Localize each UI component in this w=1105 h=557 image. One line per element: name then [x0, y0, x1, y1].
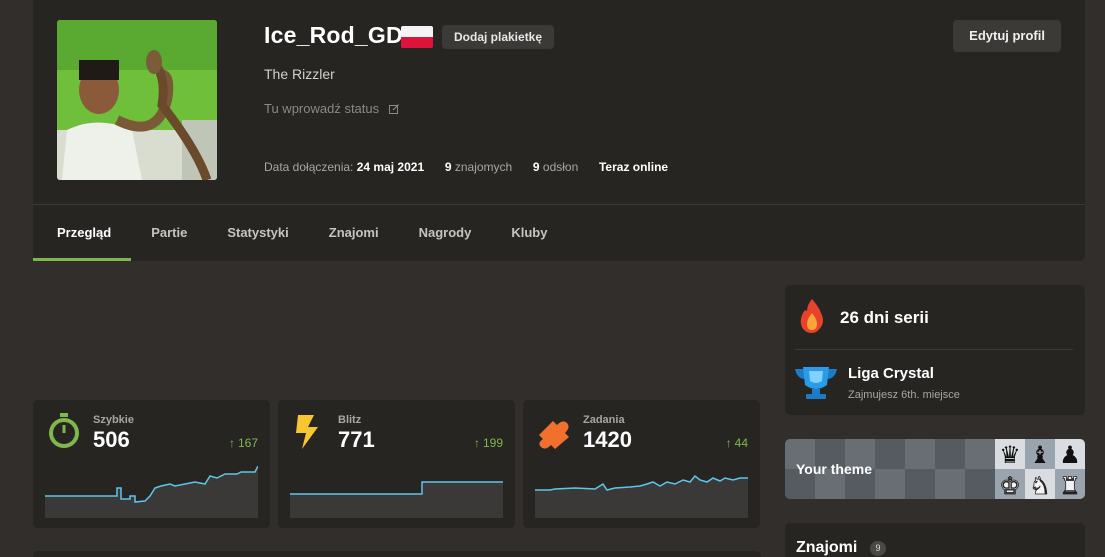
streak-divider — [795, 349, 1073, 350]
puzzle-icon — [539, 421, 569, 449]
online-status: Teraz online — [598, 160, 669, 174]
lightning-icon — [296, 415, 318, 449]
rating-sparkline — [535, 474, 748, 518]
views-label: odsłon — [542, 160, 579, 174]
theme-label: Your theme — [796, 461, 872, 477]
profile-meta: Data dołączenia: 24 maj 2021 9 znajomych… — [264, 160, 668, 174]
arrow-up-icon: ↑ — [473, 436, 480, 450]
real-name: The Rizzler — [264, 66, 335, 82]
svg-text:♚: ♚ — [999, 472, 1021, 499]
trophy-icon — [795, 367, 837, 399]
streak-text[interactable]: 26 dni serii — [840, 308, 929, 328]
edit-profile-button[interactable]: Edytuj profil — [953, 20, 1061, 52]
rating-card-blitz[interactable]: Blitz 771 ↑ 199 — [278, 400, 515, 528]
rating-sparkline — [290, 481, 503, 518]
add-badge-button[interactable]: Dodaj plakietkę — [442, 25, 555, 49]
rating-delta: ↑ 44 — [725, 436, 748, 450]
league-title[interactable]: Liga Crystal — [848, 365, 934, 382]
svg-text:♛: ♛ — [999, 441, 1021, 469]
friends-label[interactable]: znajomych — [455, 160, 512, 174]
theme-card[interactable]: ♛ ♝ ♟ ♚ ♞ ♜ Your theme — [785, 439, 1085, 499]
rating-value: 771 — [338, 427, 375, 452]
friends-card: Znajomi 9 — [785, 523, 1085, 557]
svg-text:♝: ♝ — [1029, 441, 1051, 469]
friends-title[interactable]: Znajomi — [796, 539, 857, 557]
country-flag-icon — [401, 26, 433, 48]
tab-friends[interactable]: Znajomi — [309, 205, 399, 261]
friends-count[interactable]: 9 — [445, 160, 452, 174]
league-subtitle: Zajmujesz 6th. miejsce — [848, 389, 960, 401]
tab-clubs[interactable]: Kluby — [491, 205, 567, 261]
rating-label: Szybkie — [93, 414, 134, 426]
svg-text:♟: ♟ — [1059, 441, 1081, 469]
username: Ice_Rod_GD — [264, 22, 403, 48]
status-placeholder: Tu wprowadź status — [264, 101, 380, 116]
rating-value: 1420 — [583, 427, 632, 452]
stopwatch-icon — [49, 413, 79, 448]
profile-tabs: Przegląd Partie Statystyki Znajomi Nagro… — [33, 205, 567, 261]
avatar[interactable] — [57, 20, 217, 180]
edit-pencil-icon[interactable] — [388, 104, 399, 114]
svg-text:♞: ♞ — [1029, 472, 1051, 499]
arrow-up-icon: ↑ — [725, 436, 732, 450]
rating-delta: ↑ 167 — [228, 436, 258, 450]
avatar-image — [57, 20, 217, 180]
rating-sparkline — [45, 466, 258, 518]
tab-overview[interactable]: Przegląd — [33, 205, 132, 261]
profile-header: Ice_Rod_GD Dodaj plakietkę Edytuj profil… — [33, 0, 1085, 261]
tab-awards[interactable]: Nagrody — [399, 205, 492, 261]
joined-label: Data dołączenia: — [264, 160, 354, 174]
views-count: 9 — [532, 160, 540, 174]
rating-card-puzzles[interactable]: Zadania 1420 ↑ 44 — [523, 400, 760, 528]
flame-icon — [800, 299, 823, 333]
arrow-up-icon: ↑ — [228, 436, 235, 450]
status-field[interactable]: Tu wprowadź status — [264, 101, 399, 116]
rating-card-rapid[interactable]: Szybkie 506 ↑ 167 — [33, 400, 270, 528]
streak-card: 26 dni serii Liga Crystal Zajmujesz 6th.… — [785, 285, 1085, 415]
rating-label: Zadania — [583, 414, 625, 426]
joined-date: 24 maj 2021 — [356, 160, 425, 174]
rating-label: Blitz — [338, 414, 362, 426]
rating-value: 506 — [93, 427, 130, 452]
svg-text:♜: ♜ — [1059, 472, 1081, 499]
next-section-card — [33, 551, 761, 557]
tab-games[interactable]: Partie — [131, 205, 207, 261]
tab-stats[interactable]: Statystyki — [207, 205, 308, 261]
rating-delta: ↑ 199 — [473, 436, 503, 450]
friends-count-badge: 9 — [870, 541, 886, 556]
